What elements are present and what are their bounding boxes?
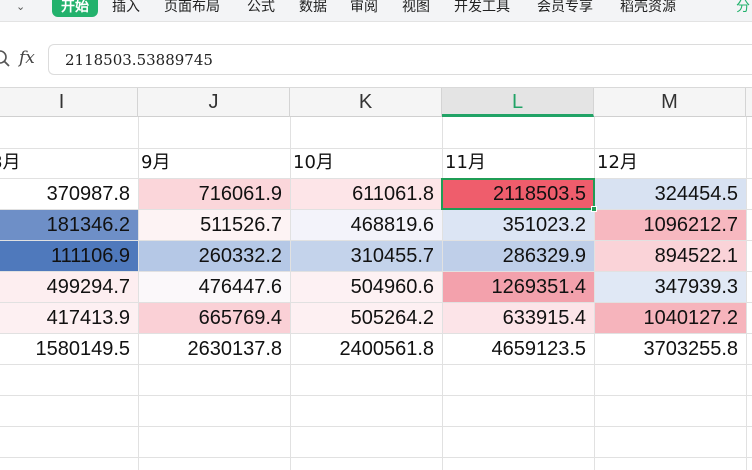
data-cell[interactable]: 665769.4 <box>139 303 290 333</box>
tab-developer[interactable]: 开发工具 <box>454 0 510 17</box>
grid-line <box>746 117 747 470</box>
data-cell[interactable]: 476447.6 <box>139 272 290 302</box>
total-cell[interactable]: 1580149.5 <box>0 334 138 364</box>
data-cell[interactable]: 347939.3 <box>595 272 746 302</box>
tab-home[interactable]: 开始 <box>52 0 98 17</box>
data-cell[interactable]: 1096212.7 <box>595 210 746 240</box>
tab-view[interactable]: 视图 <box>402 0 430 17</box>
data-cell[interactable]: 611061.8 <box>291 179 442 209</box>
tab-formulas[interactable]: 公式 <box>247 0 275 17</box>
column-header-row: I J K L M <box>0 87 752 117</box>
data-cell[interactable]: 511526.7 <box>139 210 290 240</box>
spreadsheet-grid[interactable]: 8月 9月 10月 11月 12月 370987.8 716061.9 6110… <box>0 117 752 470</box>
data-cell[interactable]: 324454.5 <box>595 179 746 209</box>
data-cell[interactable]: 504960.6 <box>291 272 442 302</box>
zoom-icon[interactable] <box>0 48 12 68</box>
data-cell[interactable]: 505264.2 <box>291 303 442 333</box>
total-cell[interactable]: 4659123.5 <box>443 334 594 364</box>
data-cell[interactable]: 468819.6 <box>291 210 442 240</box>
data-cell[interactable]: 1040127.2 <box>595 303 746 333</box>
chevron-down-icon[interactable]: ⌄ <box>16 0 25 13</box>
tab-partial[interactable]: 分 <box>736 0 750 17</box>
data-cell[interactable]: 2118503.5 <box>443 179 594 209</box>
data-cell[interactable]: 716061.9 <box>139 179 290 209</box>
data-cell[interactable]: 633915.4 <box>443 303 594 333</box>
month-header-cell[interactable]: 8月 <box>0 148 138 178</box>
tab-data[interactable]: 数据 <box>299 0 327 17</box>
formula-input[interactable] <box>48 44 752 75</box>
tab-review[interactable]: 审阅 <box>350 0 378 17</box>
month-header-cell[interactable]: 11月 <box>442 148 594 178</box>
tab-insert[interactable]: 插入 <box>112 0 140 17</box>
month-header-cell[interactable]: 9月 <box>138 148 290 178</box>
data-cell[interactable]: 499294.7 <box>0 272 138 302</box>
tab-resources[interactable]: 稻壳资源 <box>620 0 676 17</box>
data-cell[interactable]: 310455.7 <box>291 241 442 271</box>
grid-line <box>0 426 752 427</box>
data-cell[interactable]: 370987.8 <box>0 179 138 209</box>
data-cell[interactable]: 351023.2 <box>443 210 594 240</box>
data-cell[interactable]: 286329.9 <box>443 241 594 271</box>
formula-bar: fx <box>0 40 752 78</box>
grid-line <box>0 457 752 458</box>
function-icon[interactable]: fx <box>19 48 35 68</box>
data-cell[interactable]: 111106.9 <box>0 241 138 271</box>
ribbon-tabs: ⌄ 开始 插入 页面布局 公式 数据 审阅 视图 开发工具 会员专享 稻壳资源 … <box>0 0 752 22</box>
data-cell[interactable]: 260332.2 <box>139 241 290 271</box>
total-cell[interactable]: 2630137.8 <box>139 334 290 364</box>
data-cell[interactable]: 417413.9 <box>0 303 138 333</box>
column-header-i[interactable]: I <box>0 88 138 117</box>
month-header-cell[interactable]: 12月 <box>594 148 746 178</box>
month-header-cell[interactable]: 10月 <box>290 148 442 178</box>
data-cell[interactable]: 181346.2 <box>0 210 138 240</box>
column-header-j[interactable]: J <box>138 88 290 117</box>
total-cell[interactable]: 3703255.8 <box>595 334 746 364</box>
tab-member[interactable]: 会员专享 <box>537 0 593 17</box>
column-header-m[interactable]: M <box>594 88 746 117</box>
column-header-k[interactable]: K <box>290 88 442 117</box>
tab-page-layout[interactable]: 页面布局 <box>164 0 220 17</box>
grid-line <box>0 364 752 365</box>
data-cell[interactable]: 894522.1 <box>595 241 746 271</box>
column-header-l[interactable]: L <box>442 88 594 117</box>
data-cell[interactable]: 1269351.4 <box>443 272 594 302</box>
grid-line <box>0 395 752 396</box>
total-cell[interactable]: 2400561.8 <box>291 334 442 364</box>
